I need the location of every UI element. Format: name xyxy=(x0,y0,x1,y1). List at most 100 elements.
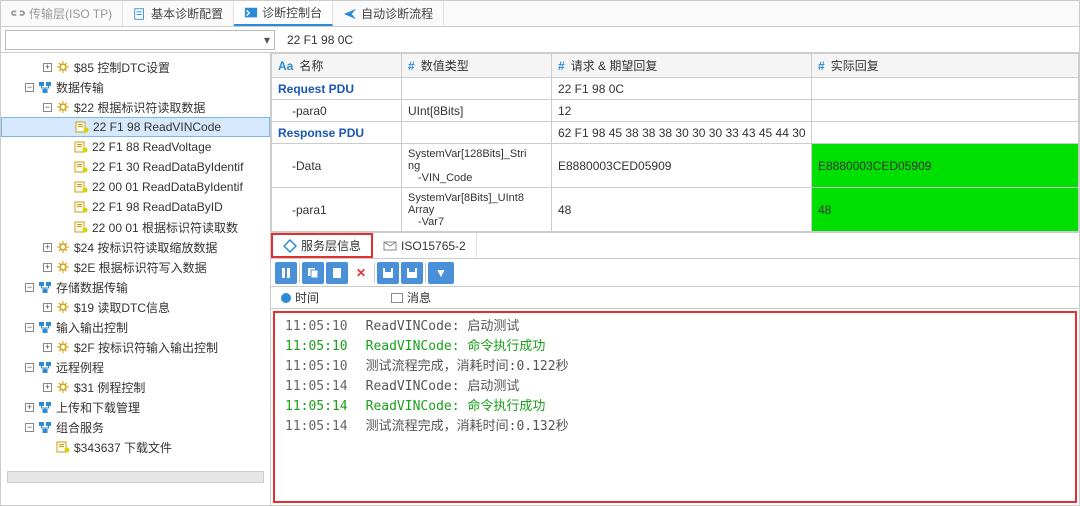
net-icon xyxy=(38,280,52,294)
dropdown-button[interactable]: ▼ xyxy=(428,262,454,284)
pdu-grid: Aa名称 #数值类型 #请求 & 期望回复 #实际回复 Request PDU … xyxy=(271,53,1079,233)
tree-node-label: 22 F1 88 ReadVoltage xyxy=(92,140,211,154)
log-time: 11:05:10 xyxy=(285,317,348,337)
tree-node[interactable]: 22 F1 30 ReadDataByIdentif xyxy=(1,157,270,177)
tree-node[interactable]: − $22 根据标识符读取数据 xyxy=(1,97,270,117)
cell-type: UInt[8Bits] xyxy=(402,100,552,122)
pause-button[interactable] xyxy=(275,262,297,284)
tree-node[interactable]: +$31 例程控制 xyxy=(1,377,270,397)
tree-node[interactable]: 22 00 01 ReadDataByIdentif xyxy=(1,177,270,197)
log-time: 11:05:14 xyxy=(285,377,348,397)
delete-button[interactable]: ✕ xyxy=(350,262,372,284)
tab-transport-layer[interactable]: 传输层(ISO TP) xyxy=(1,1,123,26)
horizontal-scrollbar[interactable] xyxy=(7,471,264,483)
log-col-msg: 消息 xyxy=(407,289,431,306)
tree-node-label: $2F 按标识符输入输出控制 xyxy=(74,339,218,356)
tree-node[interactable]: 22 00 01 根据标识符读取数 xyxy=(1,217,270,237)
expand-icon[interactable]: + xyxy=(43,303,52,312)
log-time: 11:05:10 xyxy=(285,337,348,357)
tab-diagnostic-console[interactable]: 诊断控制台 xyxy=(234,1,333,26)
tree-node[interactable]: +$2E 根据标识符写入数据 xyxy=(1,257,270,277)
expand-icon[interactable]: + xyxy=(25,403,34,412)
table-row[interactable]: Response PDU 62 F1 98 45 38 38 38 30 30 … xyxy=(272,122,1079,144)
collapse-icon[interactable]: − xyxy=(25,83,34,92)
no-expand-icon xyxy=(62,123,71,132)
tree-node[interactable]: − 组合服务 xyxy=(1,417,270,437)
tree-node[interactable]: +$19 读取DTC信息 xyxy=(1,297,270,317)
collapse-icon[interactable]: − xyxy=(25,363,34,372)
tree-node[interactable]: −存储数据传输 xyxy=(1,277,270,297)
envelope-icon xyxy=(391,293,403,303)
cell-req: 48 xyxy=(552,188,812,232)
expand-icon[interactable]: + xyxy=(43,383,52,392)
col-header-request: 请求 & 期望回复 xyxy=(571,59,658,73)
tree-node-label: 远程例程 xyxy=(56,359,104,376)
svc-icon xyxy=(74,200,88,214)
log-message: 测试流程完成，消耗时间:0.122秒 xyxy=(366,357,569,377)
expand-icon[interactable]: + xyxy=(43,243,52,252)
cell-act-highlighted: E8880003CED05909 xyxy=(812,144,1079,188)
col-header-actual: 实际回复 xyxy=(831,59,879,73)
separator xyxy=(299,263,300,283)
doc-icon xyxy=(133,7,147,21)
collapse-icon[interactable]: − xyxy=(25,283,34,292)
expand-icon[interactable]: + xyxy=(43,63,52,72)
log-message: ReadVINCode: 命令执行成功 xyxy=(366,397,546,417)
log-time: 11:05:14 xyxy=(285,417,348,437)
collapse-icon[interactable]: − xyxy=(25,423,34,432)
tree-node[interactable]: +$85 控制DTC设置 xyxy=(1,57,270,77)
net-icon xyxy=(38,400,52,414)
tree-node[interactable]: 22 F1 88 ReadVoltage xyxy=(1,137,270,157)
svc-icon xyxy=(74,160,88,174)
response-raw-bytes: 62 F1 98 45 38 38 38 30 30 30 33 43 45 4… xyxy=(552,122,812,144)
hash-icon: # xyxy=(558,59,565,73)
save-button[interactable] xyxy=(377,262,399,284)
cell-act-highlighted: 48 xyxy=(812,188,1079,232)
tree-node[interactable]: −输入输出控制 xyxy=(1,317,270,337)
table-row[interactable]: -Data SystemVar[128Bits]_Stri ng -VIN_Co… xyxy=(272,144,1079,188)
tree-node[interactable]: +上传和下载管理 xyxy=(1,397,270,417)
tree-node[interactable]: −数据传输 xyxy=(1,77,270,97)
tab-iso15765[interactable]: ISO15765-2 xyxy=(373,233,477,258)
expand-icon[interactable]: + xyxy=(43,343,52,352)
no-expand-icon xyxy=(61,163,70,172)
save-as-button[interactable] xyxy=(401,262,423,284)
top-tab-bar: 传输层(ISO TP) 基本诊断配置 诊断控制台 自动诊断流程 xyxy=(1,1,1079,27)
tree-node[interactable]: +$24 按标识符读取缩放数据 xyxy=(1,237,270,257)
expand-icon[interactable]: + xyxy=(43,263,52,272)
request-pdu-label: Request PDU xyxy=(272,78,402,100)
tab-label: 自动诊断流程 xyxy=(361,5,433,22)
collapse-icon[interactable]: − xyxy=(25,323,34,332)
copy-button[interactable] xyxy=(302,262,324,284)
tree-node[interactable]: $343637 下载文件 xyxy=(1,437,270,457)
tree-node[interactable]: − 远程例程 xyxy=(1,357,270,377)
log-body[interactable]: 11:05:10ReadVINCode: 启动测试11:05:10ReadVIN… xyxy=(273,311,1077,503)
tree-node-label: 组合服务 xyxy=(56,419,104,436)
paste-button[interactable] xyxy=(326,262,348,284)
log-message: ReadVINCode: 命令执行成功 xyxy=(366,337,546,357)
lower-tab-bar: 服务层信息 ISO15765-2 xyxy=(271,233,1079,259)
log-message: ReadVINCode: 启动测试 xyxy=(366,377,520,397)
log-time: 11:05:10 xyxy=(285,357,348,377)
tab-auto-diagnostic[interactable]: 自动诊断流程 xyxy=(333,1,444,26)
tab-label: 传输层(ISO TP) xyxy=(29,5,112,22)
tree-node[interactable]: 22 F1 98 ReadDataByID xyxy=(1,197,270,217)
table-row[interactable]: -para0 UInt[8Bits] 12 xyxy=(272,100,1079,122)
tree-node-label: $343637 下载文件 xyxy=(74,439,172,456)
service-select-dropdown[interactable]: ▾ xyxy=(5,30,275,50)
tab-service-layer-info[interactable]: 服务层信息 xyxy=(271,233,373,258)
link-icon xyxy=(11,7,25,21)
table-row[interactable]: Request PDU 22 F1 98 0C xyxy=(272,78,1079,100)
tree-node[interactable]: + $2F 按标识符输入输出控制 xyxy=(1,337,270,357)
tree-node-label: 22 00 01 ReadDataByIdentif xyxy=(92,180,243,194)
tab-basic-config[interactable]: 基本诊断配置 xyxy=(123,1,234,26)
tree-node-label: $22 根据标识符读取数据 xyxy=(74,99,205,116)
log-action-bar: ✕ ▼ xyxy=(271,259,1079,287)
log-row: 11:05:10ReadVINCode: 启动测试 xyxy=(285,317,1065,337)
svc-icon xyxy=(74,220,88,234)
tree-node-selected[interactable]: 22 F1 98 ReadVINCode xyxy=(1,117,270,137)
no-expand-icon xyxy=(43,443,52,452)
collapse-icon[interactable]: − xyxy=(43,103,52,112)
log-row: 11:05:14ReadVINCode: 命令执行成功 xyxy=(285,397,1065,417)
table-row[interactable]: -para1 SystemVar[8Bits]_UInt8 Array -Var… xyxy=(272,188,1079,232)
